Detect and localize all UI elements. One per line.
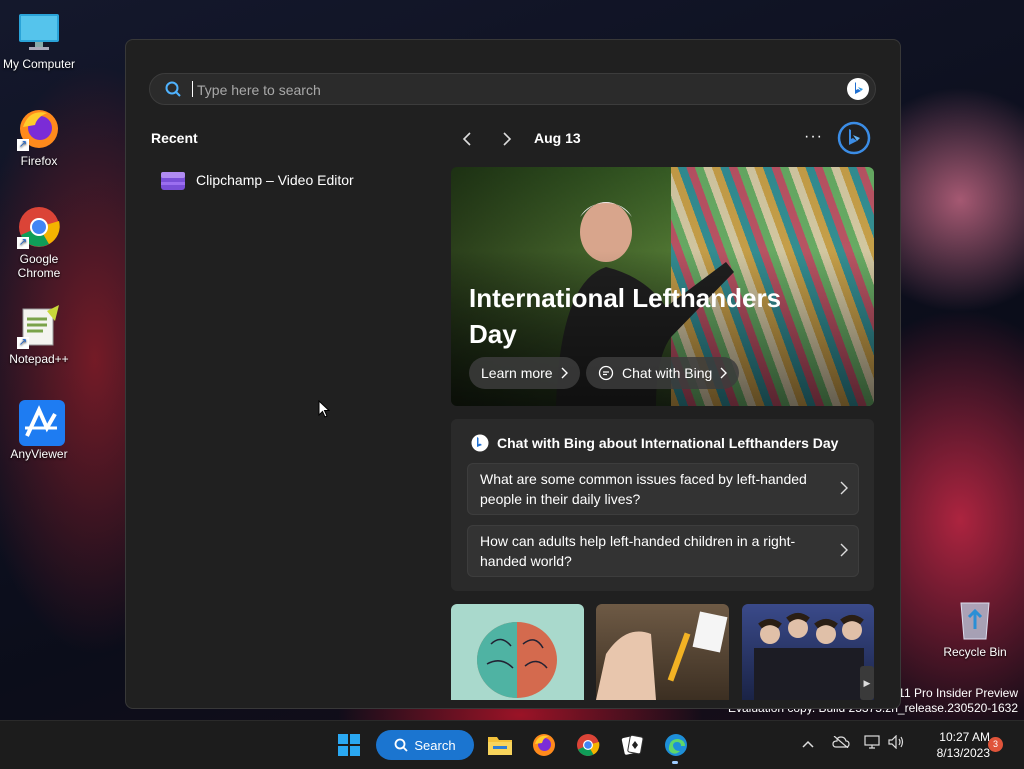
recycle-bin-icon xyxy=(955,597,995,641)
watermark-edition: s 11 Pro Insider Preview xyxy=(888,686,1018,700)
current-date: Aug 13 xyxy=(534,130,581,146)
windows-logo-icon xyxy=(338,734,360,756)
chevron-right-icon xyxy=(720,367,728,379)
clipchamp-icon xyxy=(161,172,185,190)
desktop-icon-chrome[interactable]: ↗ Google Chrome xyxy=(1,205,77,280)
bing-icon[interactable] xyxy=(847,78,869,100)
chevron-right-icon xyxy=(840,543,848,557)
search-panel: Recent Clipchamp – Video Editor Aug 13 ·… xyxy=(125,39,901,709)
cloud-off-icon xyxy=(832,735,850,749)
chat-question-2[interactable]: How can adults help left-handed children… xyxy=(467,525,859,577)
chat-question-1[interactable]: What are some common issues faced by lef… xyxy=(467,463,859,515)
hero-card[interactable]: International Lefthanders Day Learn more… xyxy=(451,167,874,406)
previous-button[interactable] xyxy=(455,128,479,150)
brain-image xyxy=(477,622,557,698)
chat-card-header: Chat with Bing about International Lefth… xyxy=(471,434,838,452)
chat-card-title: Chat with Bing about International Lefth… xyxy=(497,435,839,451)
shortcut-arrow-icon: ↗ xyxy=(17,139,29,151)
search-box[interactable] xyxy=(149,73,876,105)
folder-icon xyxy=(488,737,512,755)
speaker-icon xyxy=(888,734,904,750)
desktop-icon-notepadpp[interactable]: ↗ Notepad++ xyxy=(1,305,77,366)
chrome-taskbar-button[interactable] xyxy=(572,729,604,761)
bing-chat-icon[interactable] xyxy=(837,121,871,155)
chevron-right-icon xyxy=(503,132,512,146)
desktop-icon-anyviewer[interactable]: AnyViewer xyxy=(1,400,77,461)
notepadpp-icon: ↗ xyxy=(17,305,61,349)
start-button[interactable] xyxy=(333,729,365,761)
network-button[interactable] xyxy=(864,735,880,752)
learn-more-button[interactable]: Learn more xyxy=(469,357,580,389)
recent-item-clipchamp[interactable]: Clipchamp – Video Editor xyxy=(151,164,441,196)
bing-chat-card: Chat with Bing about International Lefth… xyxy=(451,419,874,591)
edge-icon xyxy=(665,734,687,756)
show-hidden-icons-button[interactable] xyxy=(802,735,814,751)
chevron-right-icon xyxy=(561,367,568,379)
chrome-icon xyxy=(577,734,600,756)
chevron-up-icon xyxy=(802,740,814,748)
bing-icon xyxy=(471,434,489,452)
shortcut-arrow-icon: ↗ xyxy=(17,237,29,249)
scroll-right-button[interactable]: ▶ xyxy=(860,666,874,700)
search-icon xyxy=(394,738,409,752)
thumbnail-band-photo[interactable] xyxy=(742,604,874,700)
desktop-icon-recycle-bin[interactable]: Recycle Bin xyxy=(943,597,1007,659)
band-photo-image xyxy=(754,613,864,700)
clock-date: 8/13/2023 xyxy=(936,746,990,760)
desktop-icon-firefox[interactable]: ↗ Firefox xyxy=(1,107,77,168)
firefox-icon: ↗ xyxy=(17,107,61,151)
file-explorer-button[interactable] xyxy=(484,729,516,761)
monitor-icon xyxy=(17,10,61,54)
shortcut-arrow-icon: ↗ xyxy=(17,337,29,349)
chrome-icon: ↗ xyxy=(17,205,61,249)
solitaire-taskbar-button[interactable] xyxy=(616,729,648,761)
recent-item-label: Clipchamp – Video Editor xyxy=(196,172,354,188)
taskbar: Search 10:27 AM 8/13/2023 3 xyxy=(0,720,1024,769)
chevron-left-icon xyxy=(462,132,471,146)
chevron-right-icon xyxy=(840,481,848,495)
taskbar-search-button[interactable]: Search xyxy=(376,730,474,760)
recent-title: Recent xyxy=(151,130,198,146)
next-button[interactable] xyxy=(495,128,519,150)
onedrive-button[interactable] xyxy=(832,735,850,751)
firefox-taskbar-button[interactable] xyxy=(528,729,560,761)
firefox-icon xyxy=(533,734,555,756)
chat-bubble-icon xyxy=(598,365,614,381)
search-icon xyxy=(165,81,181,97)
thumbnail-brain[interactable] xyxy=(451,604,584,700)
edge-taskbar-button[interactable] xyxy=(660,729,692,761)
search-input[interactable] xyxy=(195,78,799,102)
clock-time: 10:27 AM xyxy=(939,730,990,744)
volume-button[interactable] xyxy=(888,734,904,752)
active-app-indicator xyxy=(672,761,678,764)
hand-pencil-image xyxy=(596,611,728,700)
text-cursor xyxy=(192,81,193,97)
chat-with-bing-button[interactable]: Chat with Bing xyxy=(586,357,740,389)
anyviewer-icon xyxy=(17,400,65,446)
desktop-icon-my-computer[interactable]: My Computer xyxy=(1,10,77,71)
mouse-pointer-icon xyxy=(318,400,330,418)
notification-badge[interactable]: 3 xyxy=(988,737,1003,752)
thumbnail-hand-pencil[interactable] xyxy=(596,604,729,700)
hero-title: International Lefthanders Day xyxy=(469,283,782,349)
cards-icon xyxy=(621,734,644,755)
more-options-button[interactable]: ··· xyxy=(804,128,823,146)
clock[interactable]: 10:27 AM 8/13/2023 xyxy=(910,729,990,761)
network-icon xyxy=(864,735,880,749)
